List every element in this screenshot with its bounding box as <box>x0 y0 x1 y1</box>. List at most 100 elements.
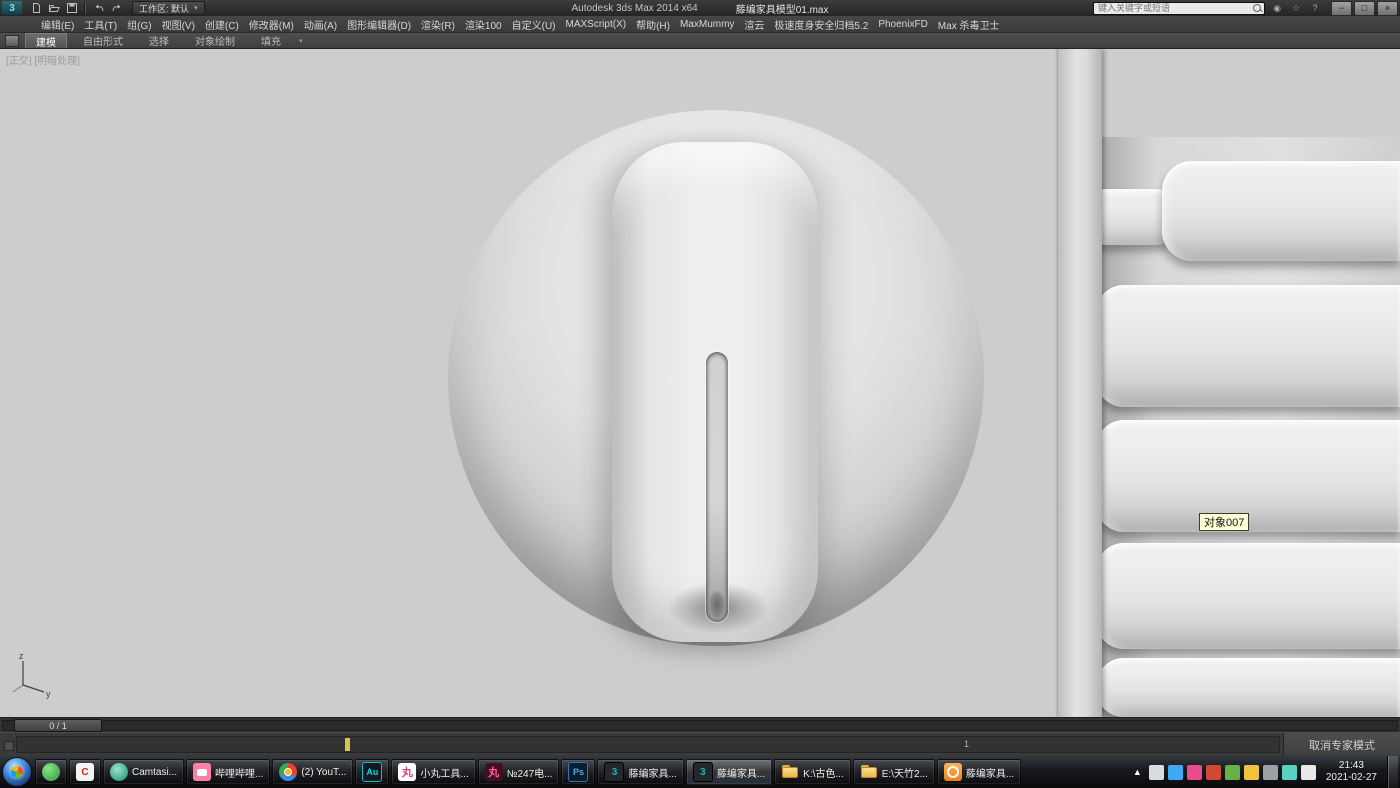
status-bar: 1 取消专家模式 <box>0 732 1400 756</box>
windows-logo-icon <box>9 764 24 779</box>
tray-icon[interactable] <box>1206 765 1221 780</box>
ribbon-tab[interactable]: 对象绘制 <box>185 33 245 48</box>
ribbon-tab[interactable]: 选择 <box>139 33 179 48</box>
taskbar-button[interactable]: 丸 小丸工具... <box>391 759 475 785</box>
cancel-expert-mode-button[interactable]: 取消专家模式 <box>1283 733 1400 756</box>
tray-icon[interactable] <box>1225 765 1240 780</box>
track-bar-marker[interactable] <box>345 738 350 751</box>
tray-icon[interactable]: ▲ <box>1130 765 1145 780</box>
help-search <box>1093 2 1265 15</box>
tray-icon[interactable] <box>1282 765 1297 780</box>
selection-lock-icon[interactable] <box>4 741 14 751</box>
time-slider-handle[interactable]: 0 / 1 <box>14 719 102 732</box>
search-input[interactable] <box>1093 2 1265 15</box>
weave-band[interactable] <box>1096 658 1400 717</box>
tray-icon[interactable] <box>1149 765 1164 780</box>
start-button[interactable] <box>2 757 32 787</box>
tray-icon[interactable] <box>1168 765 1183 780</box>
menu-item[interactable]: 帮助(H) <box>631 16 675 32</box>
menu-item[interactable]: 渲染(R) <box>416 16 460 32</box>
taskbar-clock[interactable]: 21:43 2021-02-27 <box>1326 760 1377 784</box>
menu-item[interactable]: 渲云 <box>739 16 769 32</box>
viewport[interactable]: [正交] [明暗处理] 对象007 z y <box>0 49 1400 717</box>
menu-item[interactable]: MAXScript(X) <box>561 16 632 32</box>
taskbar-button[interactable]: 丸 №247电... <box>478 759 560 785</box>
menu-item[interactable]: 编辑(E) <box>36 16 79 32</box>
menu-item[interactable]: 图形编辑器(D) <box>342 16 416 32</box>
viewport-label[interactable]: [正交] [明暗处理] <box>6 52 80 67</box>
taskbar-button[interactable]: C <box>69 759 101 785</box>
taskbar-button[interactable] <box>35 759 67 785</box>
clock-date: 2021-02-27 <box>1326 772 1377 784</box>
menu-item[interactable]: 极速度身安全归档5.2 <box>769 16 873 32</box>
track-bar[interactable]: 1 <box>16 736 1280 753</box>
menu-item[interactable]: MaxMummy <box>675 16 739 32</box>
menu-item[interactable]: 创建(C) <box>200 16 244 32</box>
tray-icon[interactable] <box>1244 765 1259 780</box>
ribbon-tab[interactable]: 自由形式 <box>73 33 133 48</box>
taskbar-button-label: E:\天竹2... <box>882 765 928 780</box>
knob-model[interactable] <box>448 110 984 646</box>
sign-in-icon[interactable]: ◉ <box>1270 2 1284 14</box>
ribbon-tab[interactable]: 填充 <box>251 33 291 48</box>
menu-item[interactable]: 动画(A) <box>299 16 342 32</box>
app-logo-icon[interactable]: 3 <box>2 1 22 15</box>
tray-icon[interactable] <box>1187 765 1202 780</box>
menu-item[interactable]: 工具(T) <box>79 16 122 32</box>
toolbar-separator <box>84 3 86 14</box>
taskbar-button[interactable]: Ps <box>561 759 595 785</box>
taskbar-button[interactable]: E:\天竹2... <box>853 759 935 785</box>
help-icon[interactable]: ? <box>1308 2 1322 14</box>
workspace-selector[interactable]: 工作区: 默认 <box>132 1 205 15</box>
taskbar-button[interactable]: 藤编家具... <box>937 759 1021 785</box>
menu-item[interactable]: Max 杀毒卫士 <box>933 16 1005 32</box>
menu-item[interactable]: 视图(V) <box>157 16 200 32</box>
weave-band[interactable] <box>1096 285 1400 407</box>
taskbar-app-icon <box>860 763 878 781</box>
taskbar-app-icon: 3 <box>693 762 713 782</box>
taskbar-button-label: №247电... <box>507 765 553 780</box>
time-slider-track[interactable] <box>2 720 1398 731</box>
search-icon[interactable] <box>1253 4 1261 12</box>
menu-item[interactable]: 自定义(U) <box>507 16 561 32</box>
taskbar-app-icon <box>193 763 211 781</box>
menu-item[interactable]: 渲染100 <box>460 16 507 32</box>
weave-edge-slat[interactable] <box>1058 49 1102 717</box>
weave-band[interactable] <box>1096 543 1400 649</box>
taskbar-button-label: 藤编家具... <box>628 765 676 780</box>
taskbar-button-label: (2) YouT... <box>301 767 346 778</box>
taskbar-button[interactable]: Camtasi... <box>103 759 184 785</box>
taskbar-app-icon <box>279 763 297 781</box>
taskbar-button[interactable]: 3 藤编家具... <box>597 759 683 785</box>
open-file-icon[interactable] <box>46 2 61 15</box>
ribbon-tabs: 建模 自由形式 选择 对象绘制 填充 <box>25 33 291 48</box>
time-slider: 0 / 1 <box>0 717 1400 732</box>
taskbar-button[interactable]: 哔哩哔哩... <box>186 759 270 785</box>
tray-icon[interactable] <box>1301 765 1316 780</box>
ribbon-toggle-icon[interactable] <box>5 35 19 47</box>
menu-item[interactable]: 修改器(M) <box>244 16 299 32</box>
weave-band[interactable] <box>1162 161 1400 261</box>
ribbon-tab[interactable]: 建模 <box>25 33 67 48</box>
menu-item[interactable]: PhoenixFD <box>873 16 932 32</box>
favorites-icon[interactable]: ☆ <box>1289 2 1303 14</box>
save-icon[interactable] <box>64 2 79 15</box>
taskbar-button[interactable]: Au <box>355 759 389 785</box>
menu-item[interactable]: 组(G) <box>122 16 156 32</box>
redo-icon[interactable] <box>109 2 124 15</box>
taskbar-button[interactable]: K:\古色... <box>774 759 851 785</box>
maximize-button[interactable]: □ <box>1354 1 1375 16</box>
open-file-name: 藤编家具模型01.max <box>736 1 829 16</box>
knob-slot[interactable] <box>706 352 728 622</box>
close-button[interactable]: × <box>1377 1 1398 16</box>
taskbar-button-label: K:\古色... <box>803 765 844 780</box>
tray-icon[interactable] <box>1263 765 1278 780</box>
minimize-button[interactable]: − <box>1331 1 1352 16</box>
taskbar-button[interactable]: 3 藤编家具... <box>686 759 772 785</box>
tray-icons: ▲ <box>1130 765 1316 780</box>
undo-icon[interactable] <box>91 2 106 15</box>
new-file-icon[interactable] <box>28 2 43 15</box>
chevron-down-icon[interactable]: ▾ <box>299 37 303 45</box>
show-desktop-button[interactable] <box>1387 756 1398 788</box>
taskbar-button[interactable]: (2) YouT... <box>272 759 353 785</box>
